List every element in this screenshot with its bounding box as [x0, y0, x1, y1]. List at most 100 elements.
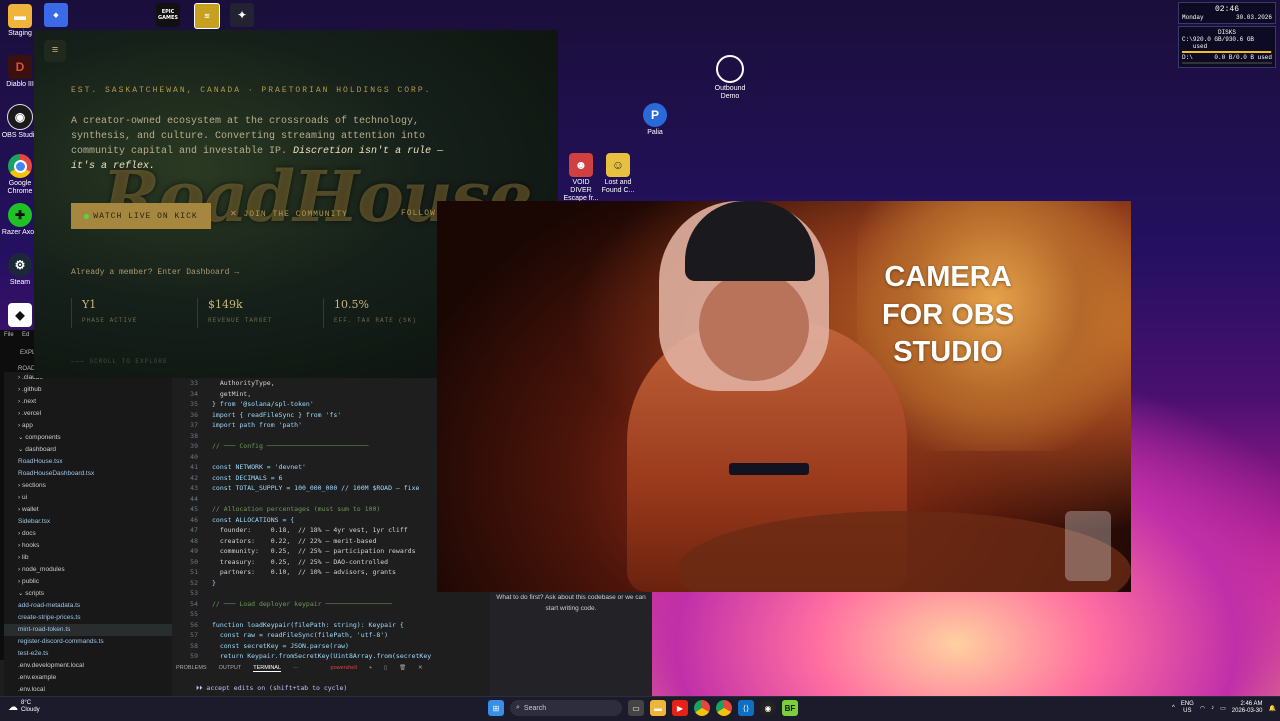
desktop-icon-void-diver[interactable]: ☻ VOID DIVER Escape fr...: [561, 153, 601, 203]
explorer-file[interactable]: RoadHouse.tsx: [4, 456, 172, 468]
tab-more[interactable]: ···: [293, 665, 299, 671]
volume-icon[interactable]: ♪: [1211, 705, 1214, 711]
code-line[interactable]: 38: [176, 431, 436, 442]
explorer-folder[interactable]: › sections: [4, 480, 172, 492]
explorer-folder[interactable]: › .github: [4, 384, 172, 396]
explorer-folder[interactable]: › .vercel: [4, 408, 172, 420]
explorer-file[interactable]: .env.development.local: [4, 660, 172, 672]
desktop-icon-palia[interactable]: P Palia: [635, 103, 675, 137]
desktop-icon-outbound[interactable]: Outbound Demo: [710, 55, 750, 101]
explorer-file[interactable]: .env.local: [4, 684, 172, 696]
chrome-taskbar-icon[interactable]: [694, 700, 710, 716]
vscode-icon[interactable]: ⟨⟩: [738, 700, 754, 716]
close-panel-icon[interactable]: ✕: [418, 665, 423, 671]
windows-start-icon[interactable]: ⊞: [488, 700, 504, 716]
code-line[interactable]: 58 const secretKey = JSON.parse(raw): [176, 641, 436, 652]
code-line[interactable]: 33 AuthorityType,: [176, 378, 436, 389]
follow-button[interactable]: FOLLOW: [401, 209, 436, 218]
explorer-folder[interactable]: › app: [4, 420, 172, 432]
code-line[interactable]: 46 const ALLOCATIONS = {: [176, 515, 436, 526]
code-line[interactable]: 52}: [176, 578, 436, 589]
explorer-file[interactable]: Sidebar.tsx: [4, 516, 172, 528]
menu-file[interactable]: File: [4, 332, 14, 338]
wifi-icon[interactable]: ◠: [1200, 705, 1205, 712]
explorer-file[interactable]: create-stripe-prices.ts: [4, 612, 172, 624]
code-line[interactable]: 47 founder: 0.18, // 18% — 4yr vest, 1yr…: [176, 525, 436, 536]
youtube-icon[interactable]: ▶: [672, 700, 688, 716]
desktop-icon-lost-found[interactable]: ☺ Lost and Found C...: [598, 153, 638, 195]
task-view-icon[interactable]: ▭: [628, 700, 644, 716]
code-line[interactable]: 55: [176, 609, 436, 620]
explorer-folder[interactable]: ⌄ dashboard: [4, 444, 172, 456]
code-editor[interactable]: 33 AuthorityType, 34 getMint, 35} from '@s…: [176, 378, 436, 660]
explorer-folder[interactable]: ⌄ components: [4, 432, 172, 444]
code-line[interactable]: 45 // Allocation percentages (must sum to…: [176, 504, 436, 515]
taskbar-search[interactable]: ⌕ Search: [510, 700, 622, 716]
explorer-file[interactable]: RoadHouseDashboard.tsx: [4, 468, 172, 480]
menu-edit[interactable]: Ed: [22, 332, 29, 338]
code-line[interactable]: 49 community: 0.25, // 25% — participati…: [176, 546, 436, 557]
code-line[interactable]: 57 const raw = readFileSync(filePath, 'u…: [176, 630, 436, 641]
code-line[interactable]: 36 import { readFileSync } from 'fs': [176, 410, 436, 421]
hamburger-menu-icon[interactable]: ≡: [44, 40, 66, 62]
epic-games-icon[interactable]: EPIC GAMES: [156, 3, 180, 27]
explorer-file[interactable]: .env.example: [4, 672, 172, 684]
explorer-file[interactable]: test-e2e.ts: [4, 648, 172, 660]
code-line[interactable]: 35} from '@solana/spl-token': [176, 399, 436, 410]
watch-live-button[interactable]: WATCH LIVE ON KICK: [71, 203, 211, 229]
tab-output[interactable]: OUTPUT: [219, 665, 242, 671]
explorer-folder[interactable]: ⌄ scripts: [4, 588, 172, 600]
terminal-output[interactable]: ⏵⏵ accept edits on (shift+tab to cycle): [196, 684, 347, 693]
code-line[interactable]: 59 return Keypair.fromSecretKey(Uint8Arr…: [176, 651, 436, 662]
code-line[interactable]: 34 getMint,: [176, 389, 436, 400]
explorer-folder[interactable]: › .next: [4, 396, 172, 408]
code-line[interactable]: 37 import path from 'path': [176, 420, 436, 431]
file-explorer-icon[interactable]: ▬: [650, 700, 666, 716]
explorer-file[interactable]: add-road-metadata.ts: [4, 600, 172, 612]
explorer-folder[interactable]: › wallet: [4, 504, 172, 516]
taskbar-clock[interactable]: 2:46 AM 2026-03-30: [1232, 701, 1263, 715]
code-line[interactable]: 40: [176, 452, 436, 463]
weather-widget[interactable]: ☁ 8°C Cloudy: [8, 700, 40, 714]
code-line[interactable]: 42 const DECIMALS = 6: [176, 473, 436, 484]
obs-taskbar-icon[interactable]: ◉: [760, 700, 776, 716]
code-line[interactable]: 51 partners: 0.10, // 10% — advisors, gr…: [176, 567, 436, 578]
assistant-chat-panel[interactable]: What to do first? Ask about this codebas…: [490, 590, 652, 698]
explorer-file[interactable]: register-discord-commands.ts: [4, 636, 172, 648]
code-line[interactable]: 43 const TOTAL_SUPPLY = 100_000_000 // 10…: [176, 483, 436, 494]
notification-bell-icon[interactable]: 🔔: [1268, 705, 1275, 712]
split-terminal-icon[interactable]: ▯: [384, 665, 387, 671]
explorer-file[interactable]: mint-road-token.ts: [4, 624, 172, 636]
chevron-up-icon[interactable]: ^: [1172, 705, 1175, 711]
explorer-folder[interactable]: › hooks: [4, 540, 172, 552]
clock-time: 2:46 AM: [1240, 701, 1263, 707]
code-line[interactable]: 56 function loadKeypair(filePath: string)…: [176, 620, 436, 631]
tab-terminal[interactable]: TERMINAL: [253, 665, 282, 672]
explorer-folder[interactable]: › node_modules: [4, 564, 172, 576]
launcher-icon[interactable]: ≋: [194, 3, 220, 29]
code-line[interactable]: 48 creators: 0.22, // 22% — merit-based: [176, 536, 436, 547]
star-citizen-icon[interactable]: ✦: [230, 3, 254, 27]
language-indicator[interactable]: ENG US: [1181, 701, 1194, 715]
trash-icon[interactable]: 🗑: [399, 665, 406, 671]
add-terminal-icon[interactable]: +: [369, 665, 372, 671]
battery-icon[interactable]: ▭: [1220, 705, 1226, 712]
dashboard-link[interactable]: Already a member? Enter Dashboard →: [71, 268, 239, 277]
explorer-folder[interactable]: › ui: [4, 492, 172, 504]
app-bf-icon[interactable]: BF: [782, 700, 798, 716]
explorer-folder[interactable]: › docs: [4, 528, 172, 540]
roblox-icon[interactable]: ◆: [44, 3, 68, 27]
explorer-folder[interactable]: › public: [4, 576, 172, 588]
code-line[interactable]: 41 const NETWORK = 'devnet': [176, 462, 436, 473]
code-text: // Allocation percentages (must sum to 1…: [212, 505, 381, 513]
code-line[interactable]: 44: [176, 494, 436, 505]
code-line[interactable]: 39 // ─── Config ────────────────────────…: [176, 441, 436, 452]
tab-problems[interactable]: PROBLEMS: [176, 665, 207, 671]
code-line[interactable]: 53: [176, 588, 436, 599]
explorer-folder[interactable]: › lib: [4, 552, 172, 564]
chrome-alt-icon[interactable]: [716, 700, 732, 716]
code-line[interactable]: 54 // ─── Load deployer keypair ─────────…: [176, 599, 436, 610]
join-community-button[interactable]: ✕ JOIN THE COMMUNITY: [230, 209, 348, 219]
shell-label[interactable]: powershell: [331, 665, 357, 671]
code-line[interactable]: 50 treasury: 0.25, // 25% — DAO-controll…: [176, 557, 436, 568]
